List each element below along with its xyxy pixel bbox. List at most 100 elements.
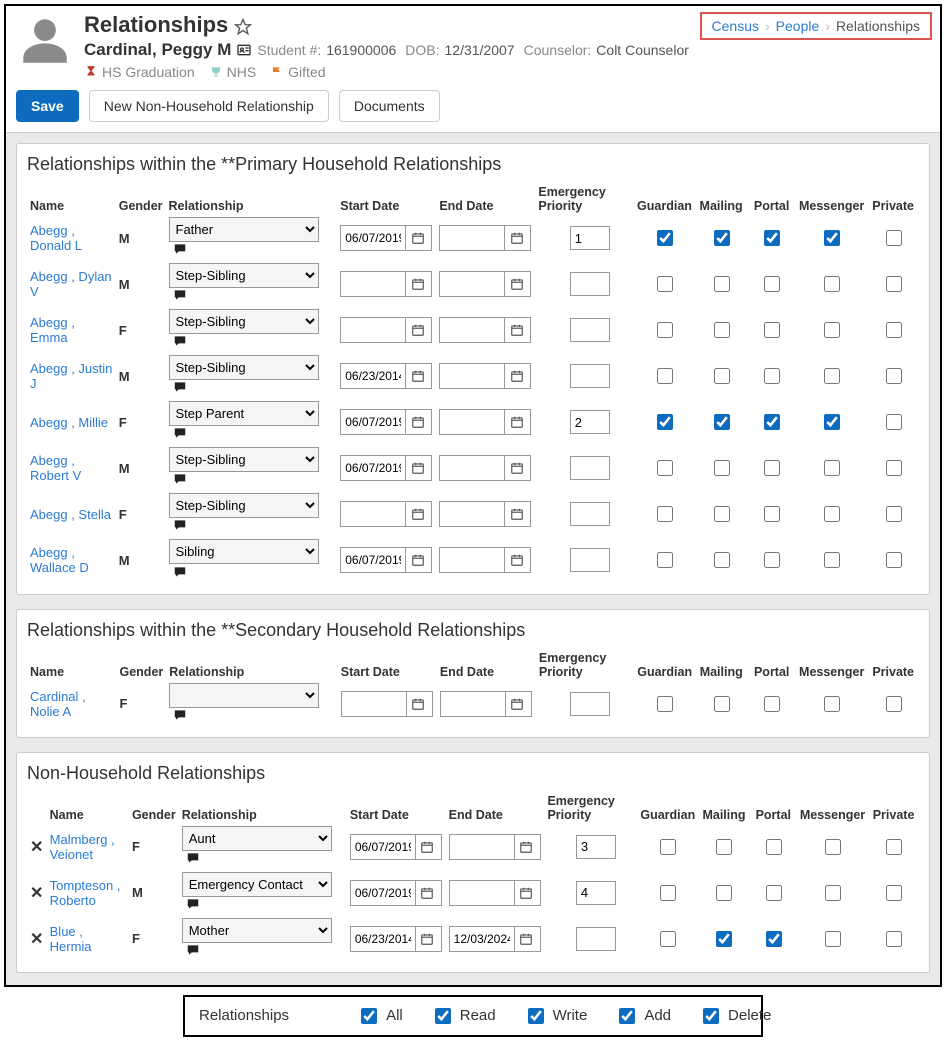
start-date[interactable] (350, 926, 442, 952)
calendar-icon[interactable] (405, 364, 429, 388)
start-date-input[interactable] (341, 413, 405, 431)
person-link[interactable]: Malmberg , Veionet (50, 832, 115, 862)
start-date[interactable] (350, 880, 442, 906)
guardian-checkbox[interactable] (657, 322, 673, 338)
start-date[interactable] (340, 409, 432, 435)
mailing-checkbox[interactable] (714, 506, 730, 522)
priority-input[interactable] (570, 410, 610, 434)
relationship-select[interactable]: FatherMotherStep ParentStep-SiblingSibli… (169, 447, 319, 472)
messenger-checkbox[interactable] (824, 696, 840, 712)
calendar-icon[interactable] (504, 364, 528, 388)
guardian-checkbox[interactable] (657, 506, 673, 522)
speech-bubble-icon[interactable] (172, 708, 188, 725)
private-checkbox[interactable] (886, 368, 902, 384)
person-link[interactable]: Blue , Hermia (50, 924, 92, 954)
mailing-checkbox[interactable] (714, 276, 730, 292)
guardian-checkbox[interactable] (657, 460, 673, 476)
relationship-select[interactable]: FatherMotherStep ParentStep-SiblingSibli… (182, 826, 332, 851)
end-date-input[interactable] (440, 321, 504, 339)
relationship-select[interactable]: FatherMotherStep ParentStep-SiblingSibli… (169, 217, 319, 242)
portal-checkbox[interactable] (764, 322, 780, 338)
perm-write-cb[interactable] (528, 1008, 544, 1024)
start-date[interactable] (340, 225, 432, 251)
calendar-icon[interactable] (405, 226, 429, 250)
person-link[interactable]: Tompteson , Roberto (50, 878, 121, 908)
start-date[interactable] (340, 271, 432, 297)
speech-bubble-icon[interactable] (172, 426, 188, 443)
priority-input[interactable] (570, 272, 610, 296)
new-nonhh-button[interactable]: New Non-Household Relationship (89, 90, 329, 122)
calendar-icon[interactable] (505, 692, 529, 716)
portal-checkbox[interactable] (764, 230, 780, 246)
private-checkbox[interactable] (886, 230, 902, 246)
perm-delete[interactable]: Delete (699, 1005, 771, 1027)
relationship-select[interactable]: FatherMotherStep ParentStep-SiblingSibli… (182, 872, 332, 897)
priority-input[interactable] (570, 692, 610, 716)
private-checkbox[interactable] (886, 322, 902, 338)
start-date-input[interactable] (341, 229, 405, 247)
start-date-input[interactable] (341, 459, 405, 477)
start-date-input[interactable] (351, 838, 415, 856)
perm-all-cb[interactable] (361, 1008, 377, 1024)
calendar-icon[interactable] (415, 927, 439, 951)
perm-write[interactable]: Write (524, 1005, 588, 1027)
calendar-icon[interactable] (405, 410, 429, 434)
messenger-checkbox[interactable] (824, 552, 840, 568)
end-date[interactable] (439, 363, 531, 389)
end-date[interactable] (439, 547, 531, 573)
delete-icon[interactable]: ✕ (30, 839, 43, 856)
speech-bubble-icon[interactable] (185, 851, 201, 868)
person-link[interactable]: Abegg , Justin J (30, 361, 112, 391)
calendar-icon[interactable] (405, 548, 429, 572)
speech-bubble-icon[interactable] (172, 288, 188, 305)
calendar-icon[interactable] (504, 272, 528, 296)
messenger-checkbox[interactable] (825, 885, 841, 901)
calendar-icon[interactable] (504, 318, 528, 342)
priority-input[interactable] (576, 881, 616, 905)
messenger-checkbox[interactable] (824, 368, 840, 384)
end-date-input[interactable] (440, 551, 504, 569)
mailing-checkbox[interactable] (716, 931, 732, 947)
end-date-input[interactable] (450, 884, 514, 902)
breadcrumb-people[interactable]: People (776, 18, 820, 34)
mailing-checkbox[interactable] (716, 839, 732, 855)
perm-read-cb[interactable] (435, 1008, 451, 1024)
portal-checkbox[interactable] (766, 839, 782, 855)
start-date[interactable] (340, 363, 432, 389)
relationship-select[interactable]: FatherMotherStep ParentStep-SiblingSibli… (169, 355, 319, 380)
end-date-input[interactable] (440, 275, 504, 293)
messenger-checkbox[interactable] (825, 839, 841, 855)
delete-icon[interactable]: ✕ (30, 885, 43, 902)
person-link[interactable]: Abegg , Stella (30, 507, 111, 522)
person-link[interactable]: Cardinal , Nolie A (30, 689, 86, 719)
start-date-input[interactable] (341, 551, 405, 569)
end-date[interactable] (449, 834, 541, 860)
calendar-icon[interactable] (405, 502, 429, 526)
end-date-input[interactable] (450, 838, 514, 856)
person-link[interactable]: Abegg , Dylan V (30, 269, 112, 299)
calendar-icon[interactable] (514, 927, 538, 951)
mailing-checkbox[interactable] (714, 460, 730, 476)
id-card-icon[interactable] (236, 42, 252, 58)
start-date-input[interactable] (341, 505, 405, 523)
private-checkbox[interactable] (886, 276, 902, 292)
end-date[interactable] (439, 501, 531, 527)
start-date-input[interactable] (342, 695, 406, 713)
guardian-checkbox[interactable] (657, 230, 673, 246)
start-date[interactable] (341, 691, 433, 717)
relationship-select[interactable]: FatherMotherStep ParentStep-SiblingSibli… (169, 683, 319, 708)
priority-input[interactable] (576, 835, 616, 859)
priority-input[interactable] (570, 456, 610, 480)
portal-checkbox[interactable] (766, 931, 782, 947)
private-checkbox[interactable] (886, 885, 902, 901)
private-checkbox[interactable] (886, 839, 902, 855)
end-date-input[interactable] (441, 695, 505, 713)
speech-bubble-icon[interactable] (185, 943, 201, 960)
calendar-icon[interactable] (415, 881, 439, 905)
end-date[interactable] (440, 691, 532, 717)
relationship-select[interactable]: FatherMotherStep ParentStep-SiblingSibli… (169, 401, 319, 426)
priority-input[interactable] (576, 927, 616, 951)
priority-input[interactable] (570, 364, 610, 388)
speech-bubble-icon[interactable] (185, 897, 201, 914)
calendar-icon[interactable] (504, 548, 528, 572)
